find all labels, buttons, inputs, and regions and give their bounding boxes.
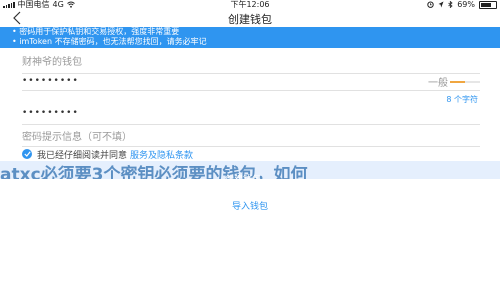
agreement-text: 我已经仔细阅读并同意 — [37, 150, 128, 161]
password-strength-label: 一般 — [428, 78, 448, 89]
notice-line-1: • 密码用于保护私钥和交易授权，强度非常重要 — [12, 27, 180, 36]
create-wallet-screen: 中国电信 4G 下午12:06 69% 创建钱包 • 密码用于保护私钥和交易授权… — [0, 0, 500, 300]
notice-line-2: • imToken 不存储密码，也无法帮您找回，请务必牢记 — [12, 37, 207, 46]
page-title: 创建钱包 — [228, 13, 272, 26]
battery-icon — [479, 0, 497, 9]
status-time: 下午12:06 — [230, 0, 270, 9]
nav-bar: 创建钱包 — [0, 9, 500, 27]
divider — [22, 90, 480, 91]
create-wallet-button[interactable]: 创建钱包 — [213, 172, 273, 185]
confirm-password-input[interactable]: ••••••••• — [22, 108, 79, 118]
password-strength-bar — [450, 81, 480, 83]
divider — [22, 124, 480, 125]
check-icon — [23, 151, 31, 157]
divider — [22, 73, 480, 74]
wallet-name-input[interactable] — [22, 55, 480, 69]
password-strength-fill — [450, 81, 465, 83]
agreement-row: 我已经仔细阅读并同意 服务及隐私条款 — [22, 148, 193, 161]
import-wallet-link[interactable]: 导入钱包 — [0, 199, 500, 212]
battery-fill — [481, 2, 491, 7]
terms-link[interactable]: 服务及隐私条款 — [130, 148, 193, 161]
password-notice-banner: • 密码用于保护私钥和交易授权，强度非常重要 • imToken 不存储密码，也… — [0, 27, 500, 48]
bluetooth-icon — [448, 1, 453, 8]
status-right: 69% — [427, 0, 497, 9]
alarm-icon — [427, 1, 434, 8]
location-icon — [438, 1, 444, 8]
status-bar: 中国电信 4G 下午12:06 69% — [0, 0, 500, 9]
battery-percent: 69% — [457, 0, 475, 9]
password-hint-input[interactable] — [22, 130, 480, 144]
password-input[interactable]: ••••••••• — [22, 76, 79, 86]
agree-checkbox[interactable] — [22, 149, 32, 159]
min-length-hint: 8 个字符 — [446, 95, 478, 104]
